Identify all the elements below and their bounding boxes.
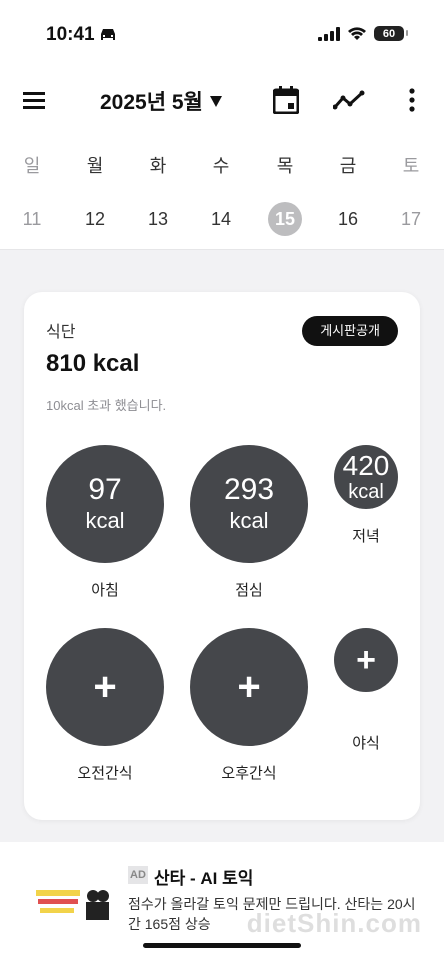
date-label: 14	[210, 209, 232, 229]
total-kcal: 810 kcal	[46, 350, 140, 377]
selected-date: 15	[255, 202, 315, 236]
meal-circle: 97 kcal	[46, 445, 164, 563]
weekday-label: 월	[86, 156, 104, 176]
today-circle: 15	[268, 202, 302, 236]
menu-button[interactable]	[18, 84, 50, 116]
meal-label: 오후간식	[221, 765, 277, 782]
month-label: 2025년 5월	[100, 91, 203, 114]
weekday-label: 금	[339, 156, 357, 176]
card-title: 식단	[46, 324, 76, 341]
weekday-label: 일	[23, 156, 41, 176]
car-icon	[101, 29, 115, 40]
calendar-icon	[273, 86, 299, 114]
meal-circle: 293 kcal	[190, 445, 308, 563]
calendar-button[interactable]	[270, 84, 302, 116]
status-bar: 10:41 60	[0, 0, 444, 70]
meal-unit: kcal	[85, 508, 125, 533]
add-meal-circle: +	[46, 628, 164, 746]
weekday-label: 수	[212, 156, 230, 176]
meal-morning-snack[interactable]: + 오전간식	[46, 628, 164, 783]
app-header: 2025년 5월	[0, 70, 444, 130]
trend-button[interactable]	[333, 84, 365, 116]
ad-title: 산타 - AI 토익	[154, 869, 254, 888]
date-label: 13	[147, 209, 169, 229]
meal-lunch[interactable]: 293 kcal 점심	[190, 445, 308, 600]
meal-dinner[interactable]: 420 kcal 저녁	[334, 445, 398, 546]
more-button[interactable]	[396, 84, 428, 116]
meal-unit: kcal	[229, 508, 269, 533]
weekday-label: 화	[149, 156, 167, 176]
meal-label: 오전간식	[77, 765, 133, 782]
trend-line-icon	[333, 90, 365, 110]
diet-card: 식단 810 kcal 10kcal 초과 했습니다. 게시판공개 97 kca…	[24, 292, 420, 820]
date-label: 17	[400, 209, 422, 229]
battery-icon: 60	[374, 26, 408, 41]
date-label: 12	[84, 209, 106, 229]
status-time: 10:41	[46, 24, 95, 45]
home-indicator	[143, 943, 301, 948]
month-selector[interactable]: 2025년 5월	[100, 86, 223, 116]
signal-icon	[318, 26, 340, 41]
kcal-note: 10kcal 초과 했습니다.	[46, 398, 167, 413]
ad-badge: AD	[128, 866, 148, 884]
weekday-label: 목	[276, 156, 294, 176]
meal-label: 야식	[352, 735, 380, 752]
date-label: 11	[22, 209, 42, 229]
week-strip: 일 11 월 12 화 13 수 14 목 15 금 16 토 17	[0, 130, 444, 250]
watermark: dietShin.com	[246, 908, 422, 938]
ad-thumbnail-image	[30, 882, 112, 926]
plus-icon: +	[356, 641, 376, 679]
date-label: 16	[337, 209, 359, 229]
meal-circle: 420 kcal	[334, 445, 398, 509]
meal-breakfast[interactable]: 97 kcal 아침	[46, 445, 164, 600]
status-icons: 60	[318, 26, 408, 41]
meal-value: 97	[88, 473, 122, 506]
meal-label: 점심	[235, 582, 263, 599]
meal-unit: kcal	[348, 481, 384, 503]
wifi-icon	[348, 27, 366, 40]
meal-value: 420	[342, 450, 390, 481]
meal-afternoon-snack[interactable]: + 오후간식	[190, 628, 308, 783]
weekday-label: 토	[402, 156, 420, 176]
more-vertical-icon	[409, 88, 415, 112]
caret-down-icon	[209, 96, 222, 107]
plus-icon: +	[237, 665, 261, 709]
meal-value: 293	[223, 473, 275, 506]
meal-night-snack[interactable]: + 야식	[334, 628, 398, 753]
add-meal-circle: +	[190, 628, 308, 746]
board-share-button[interactable]: 게시판공개	[302, 316, 398, 346]
plus-icon: +	[93, 665, 117, 709]
meal-label: 아침	[91, 582, 119, 599]
add-meal-circle: +	[334, 628, 398, 692]
meal-label: 저녁	[352, 528, 380, 545]
hamburger-icon	[23, 92, 45, 109]
